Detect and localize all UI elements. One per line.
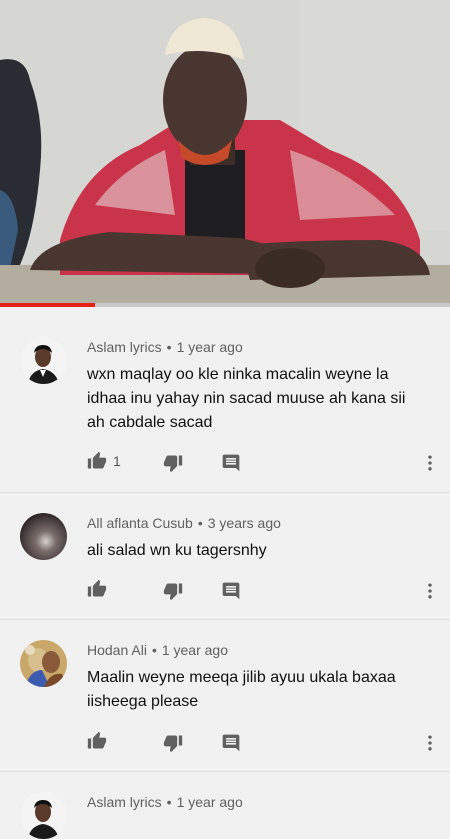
reply-icon[interactable] (221, 581, 241, 601)
comment-actions (87, 731, 437, 755)
thumb-up-icon[interactable] (87, 731, 107, 751)
thumb-up-icon[interactable] (87, 579, 107, 599)
comment-time[interactable]: 1 year ago (177, 339, 243, 355)
avatar[interactable] (20, 513, 67, 560)
thumb-up-icon[interactable] (87, 451, 107, 471)
meta-separator: • (197, 515, 203, 531)
comment-meta: Aslam lyrics • 1 year ago (87, 339, 243, 355)
comment-meta: Hodan Ali • 1 year ago (87, 642, 228, 658)
comment-author[interactable]: All aflanta Cusub (87, 515, 193, 531)
thumb-down-icon[interactable] (163, 733, 183, 753)
more-vert-icon[interactable] (420, 453, 440, 473)
meta-separator: • (166, 794, 172, 810)
comment-actions (87, 579, 437, 603)
avatar[interactable] (20, 640, 67, 687)
comment-time[interactable]: 1 year ago (177, 794, 243, 810)
thumb-down-icon[interactable] (163, 453, 183, 473)
avatar[interactable] (20, 337, 67, 384)
comment-author[interactable]: Hodan Ali (87, 642, 147, 658)
comment-author[interactable]: Aslam lyrics (87, 339, 162, 355)
video-frame (0, 0, 450, 305)
more-vert-icon[interactable] (420, 581, 440, 601)
comment-time[interactable]: 1 year ago (162, 642, 228, 658)
reply-icon[interactable] (221, 733, 241, 753)
comment-time[interactable]: 3 years ago (208, 515, 281, 531)
comments-list: Aslam lyrics • 1 year ago wxn maqlay oo kl… (0, 307, 450, 839)
comment-meta: All aflanta Cusub • 3 years ago (87, 515, 281, 531)
comment-text: wxn maqlay oo kle ninka macalin weyne la… (87, 366, 406, 431)
more-vert-icon[interactable] (420, 733, 440, 753)
comment-item: All aflanta Cusub • 3 years ago ali salad … (0, 493, 450, 620)
comment-item: Aslam lyrics • 1 year ago (0, 772, 450, 839)
comment-item: Aslam lyrics • 1 year ago wxn maqlay oo kl… (0, 307, 450, 493)
comment-meta: Aslam lyrics • 1 year ago (87, 794, 243, 810)
video-player[interactable] (0, 0, 450, 305)
like-count: 1 (113, 453, 121, 469)
comment-item: Hodan Ali • 1 year ago Maalin weyne meeqa … (0, 620, 450, 772)
comment-actions: 1 (87, 451, 437, 475)
thumb-down-icon[interactable] (163, 581, 183, 601)
meta-separator: • (151, 642, 157, 658)
comment-author[interactable]: Aslam lyrics (87, 794, 162, 810)
comment-text: Maalin weyne meeqa jilib ayuu ukala baxa… (87, 669, 396, 710)
meta-separator: • (166, 339, 172, 355)
avatar[interactable] (20, 792, 67, 839)
comment-text: ali salad wn ku tagersnhy (87, 542, 267, 559)
reply-icon[interactable] (221, 453, 241, 473)
